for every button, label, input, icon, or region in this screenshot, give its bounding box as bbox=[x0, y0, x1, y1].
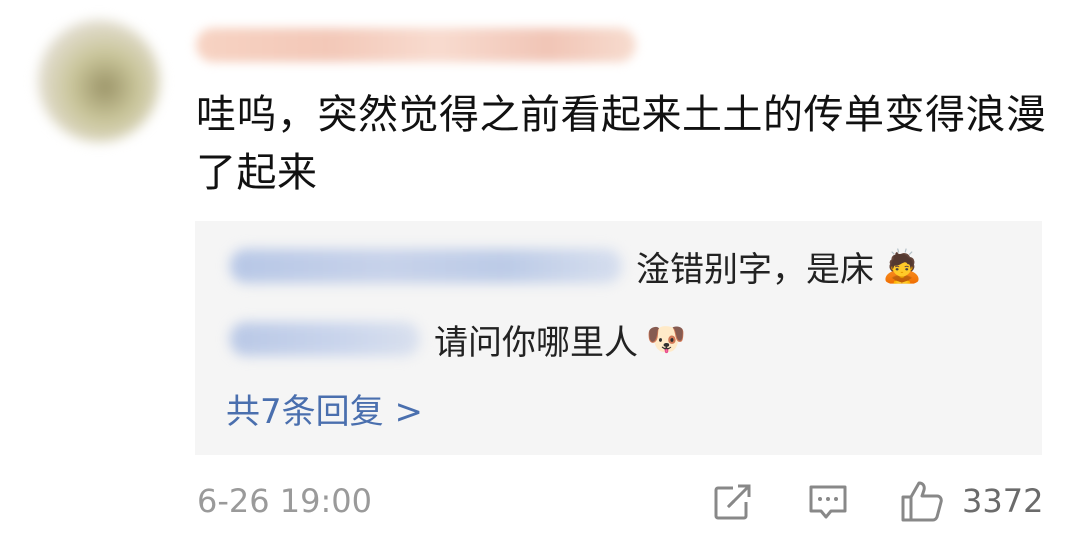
reply-username-blurred[interactable] bbox=[230, 249, 622, 283]
comment-timestamp: 6-26 19:00 bbox=[197, 482, 373, 520]
user-avatar[interactable] bbox=[38, 20, 160, 142]
share-icon[interactable] bbox=[713, 482, 753, 522]
username-blurred[interactable] bbox=[196, 28, 636, 62]
like-count: 3372 bbox=[962, 482, 1044, 520]
bowing-emoji-icon: 🙇 bbox=[882, 247, 922, 285]
view-all-replies-link[interactable]: 共7条回复 > bbox=[226, 384, 423, 433]
doge-emoji-icon: 🐶 bbox=[646, 320, 686, 358]
reply-item[interactable]: 请问你哪里人 🐶 bbox=[230, 313, 686, 365]
reply-text: 请问你哪里人 bbox=[434, 322, 638, 363]
comment-icon[interactable] bbox=[808, 482, 848, 522]
thumbs-up-icon[interactable] bbox=[900, 479, 944, 523]
reply-username-blurred[interactable] bbox=[230, 322, 420, 356]
reply-item[interactable]: 淦错别字，是床 🙇 bbox=[230, 240, 922, 292]
reply-text: 淦错别字，是床 bbox=[636, 249, 874, 290]
comment-body: 哇呜，突然觉得之前看起来土土的传单变得浪漫了起来 bbox=[196, 92, 1047, 196]
